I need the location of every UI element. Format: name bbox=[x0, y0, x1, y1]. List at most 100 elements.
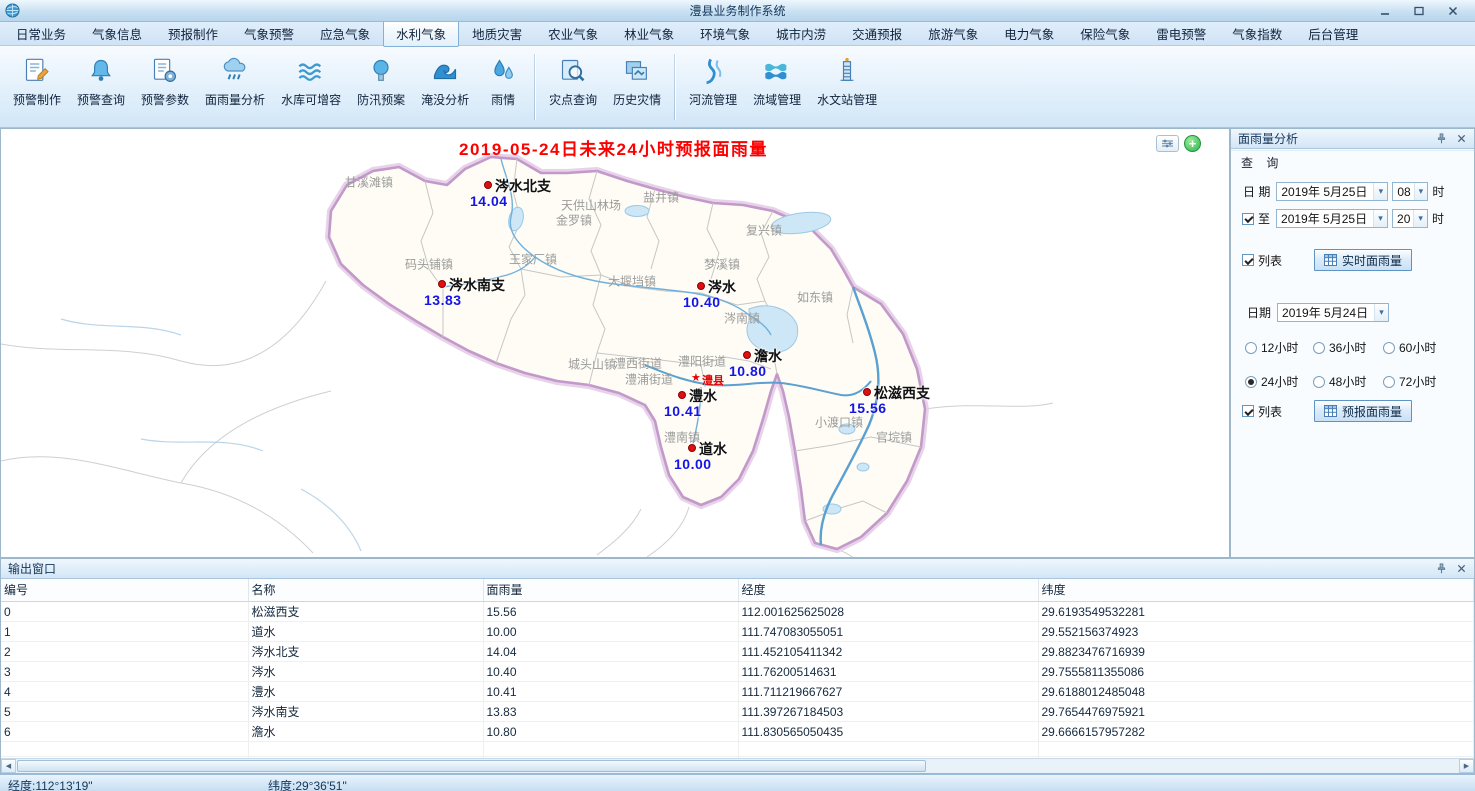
menu-item[interactable]: 城市内涝 bbox=[763, 20, 839, 47]
close-panel-icon[interactable] bbox=[1454, 131, 1469, 146]
toolbar-button[interactable]: 水文站管理 bbox=[809, 49, 885, 125]
column-header[interactable]: 经度 bbox=[738, 579, 1038, 602]
chevron-down-icon[interactable]: ▾ bbox=[1414, 183, 1428, 200]
menu-item[interactable]: 电力气象 bbox=[991, 20, 1067, 47]
toolbar-button[interactable]: 历史灾情 bbox=[605, 49, 669, 125]
toolbar-button[interactable]: 河流管理 bbox=[681, 49, 745, 125]
table-row[interactable]: 0 松滋西支 15.56 112.001625625028 29.6193549… bbox=[1, 602, 1474, 622]
horizontal-scrollbar[interactable]: ◀ ▶ bbox=[1, 758, 1474, 773]
table-icon bbox=[1324, 405, 1337, 417]
close-panel-icon[interactable] bbox=[1454, 561, 1469, 576]
menu-item[interactable]: 气象预警 bbox=[231, 20, 307, 47]
toolbar-button-label: 水文站管理 bbox=[817, 91, 877, 108]
pin-icon[interactable] bbox=[1434, 561, 1449, 576]
to-checkbox[interactable] bbox=[1242, 213, 1254, 225]
menu-item[interactable]: 预报制作 bbox=[155, 20, 231, 47]
cell-id: 5 bbox=[1, 702, 248, 722]
menu-item[interactable]: 旅游气象 bbox=[915, 20, 991, 47]
table-row[interactable]: 1 道水 10.00 111.747083055051 29.552156374… bbox=[1, 622, 1474, 642]
toolbar-button[interactable]: 雨情 bbox=[477, 49, 529, 125]
column-header[interactable]: 编号 bbox=[1, 579, 248, 602]
duration-radio[interactable]: 24小时 bbox=[1245, 373, 1313, 390]
town-label: 码头铺镇 bbox=[405, 256, 453, 273]
date-to-combo[interactable]: 2019年 5月25日 ▾ bbox=[1276, 209, 1388, 228]
list-label-2: 列表 bbox=[1258, 403, 1282, 420]
realtime-rainfall-button[interactable]: 实时面雨量 bbox=[1314, 249, 1412, 271]
toolbar-button[interactable]: 防汛预案 bbox=[349, 49, 413, 125]
town-label: 梦溪镇 bbox=[704, 256, 740, 273]
cell-rainfall: 10.80 bbox=[483, 722, 738, 742]
toolbar-button[interactable]: 预警参数 bbox=[133, 49, 197, 125]
list-checkbox[interactable] bbox=[1242, 254, 1254, 266]
chevron-down-icon[interactable]: ▾ bbox=[1373, 210, 1387, 227]
date-from-combo[interactable]: 2019年 5月25日 ▾ bbox=[1276, 182, 1388, 201]
menu-item[interactable]: 后台管理 bbox=[1295, 20, 1371, 47]
station-rainfall-value: 14.04 bbox=[470, 193, 508, 209]
forecast-date-combo[interactable]: 2019年 5月24日 ▾ bbox=[1277, 303, 1389, 322]
menu-item[interactable]: 日常业务 bbox=[3, 20, 79, 47]
zoom-in-button[interactable]: + bbox=[1184, 135, 1201, 152]
menu-item[interactable]: 保险气象 bbox=[1067, 20, 1143, 47]
menu-item[interactable]: 环境气象 bbox=[687, 20, 763, 47]
duration-radio[interactable]: 36小时 bbox=[1313, 339, 1383, 356]
scroll-track[interactable] bbox=[16, 759, 1459, 773]
cell-rainfall: 15.56 bbox=[483, 602, 738, 622]
column-header[interactable]: 纬度 bbox=[1038, 579, 1474, 602]
list-checkbox-2[interactable] bbox=[1242, 405, 1254, 417]
pin-icon[interactable] bbox=[1434, 131, 1449, 146]
scroll-thumb[interactable] bbox=[17, 760, 926, 772]
column-header[interactable]: 名称 bbox=[248, 579, 483, 602]
realtime-row: 列表 实时面雨量 bbox=[1242, 249, 1412, 271]
cell-id: 4 bbox=[1, 682, 248, 702]
toolbar-button[interactable]: 水库可增容 bbox=[273, 49, 349, 125]
toolbar-button[interactable]: 流域管理 bbox=[745, 49, 809, 125]
menu-item[interactable]: 水利气象 bbox=[383, 20, 459, 47]
hour-from-combo[interactable]: 08 ▾ bbox=[1392, 182, 1428, 201]
hour-to-combo[interactable]: 20 ▾ bbox=[1392, 209, 1428, 228]
toolbar-button[interactable]: 面雨量分析 bbox=[197, 49, 273, 125]
toolbar-button-label: 预警参数 bbox=[141, 91, 189, 108]
map-canvas[interactable] bbox=[1, 129, 1230, 557]
menu-item[interactable]: 气象信息 bbox=[79, 20, 155, 47]
query-group-caption: 查 询 bbox=[1241, 154, 1283, 171]
duration-radio[interactable]: 60小时 bbox=[1383, 339, 1459, 356]
minimize-button[interactable] bbox=[1375, 3, 1395, 19]
toolbar-button[interactable]: 灾点查询 bbox=[541, 49, 605, 125]
table-row[interactable]: 3 涔水 10.40 111.76200514631 29.7555811355… bbox=[1, 662, 1474, 682]
window-title: 澧县业务制作系统 bbox=[0, 2, 1475, 19]
menu-item[interactable]: 林业气象 bbox=[611, 20, 687, 47]
toolbar-button[interactable]: 预警查询 bbox=[69, 49, 133, 125]
chevron-down-icon[interactable]: ▾ bbox=[1373, 183, 1387, 200]
forecast-rainfall-button[interactable]: 预报面雨量 bbox=[1314, 400, 1412, 422]
table-row[interactable]: 6 澹水 10.80 111.830565050435 29.666615795… bbox=[1, 722, 1474, 742]
chevron-down-icon[interactable]: ▾ bbox=[1413, 210, 1427, 227]
empty-row bbox=[1, 742, 1474, 757]
menu-item[interactable]: 气象指数 bbox=[1219, 20, 1295, 47]
menu-item[interactable]: 交通预报 bbox=[839, 20, 915, 47]
toolbar-button[interactable]: 淹没分析 bbox=[413, 49, 477, 125]
column-header[interactable]: 面雨量 bbox=[483, 579, 738, 602]
table-row[interactable]: 4 澧水 10.41 111.711219667627 29.618801248… bbox=[1, 682, 1474, 702]
maximize-button[interactable] bbox=[1409, 3, 1429, 19]
menu-item[interactable]: 雷电预警 bbox=[1143, 20, 1219, 47]
table-row[interactable]: 5 涔水南支 13.83 111.397267184503 29.7654476… bbox=[1, 702, 1474, 722]
table-row[interactable]: 2 涔水北支 14.04 111.452105411342 29.8823476… bbox=[1, 642, 1474, 662]
scroll-right-button[interactable]: ▶ bbox=[1459, 759, 1474, 773]
menu-item[interactable]: 农业气象 bbox=[535, 20, 611, 47]
menu-item[interactable]: 应急气象 bbox=[307, 20, 383, 47]
date-from-row: 日 期 2019年 5月25日 ▾ 08 ▾ 时 bbox=[1243, 182, 1444, 201]
menubar: 日常业务气象信息预报制作气象预警应急气象水利气象地质灾害农业气象林业气象环境气象… bbox=[0, 22, 1475, 46]
menu-item[interactable]: 地质灾害 bbox=[459, 20, 535, 47]
duration-radio[interactable]: 48小时 bbox=[1313, 373, 1383, 390]
map-panel[interactable]: 甘溪滩镇盐井镇天供山林场金罗镇复兴镇码头铺镇王家厂镇梦溪镇大堰垱镇涔南镇如东镇城… bbox=[0, 128, 1230, 558]
station-rainfall-value: 10.00 bbox=[674, 456, 712, 472]
toolbar-button[interactable]: 预警制作 bbox=[5, 49, 69, 125]
chevron-down-icon[interactable]: ▾ bbox=[1374, 304, 1388, 321]
duration-radio[interactable]: 12小时 bbox=[1245, 339, 1313, 356]
county-seat-marker: ★ bbox=[691, 373, 701, 384]
close-button[interactable] bbox=[1443, 3, 1463, 19]
cell-name: 涔水南支 bbox=[248, 702, 483, 722]
map-layers-button[interactable] bbox=[1156, 135, 1179, 152]
duration-radio[interactable]: 72小时 bbox=[1383, 373, 1459, 390]
scroll-left-button[interactable]: ◀ bbox=[1, 759, 16, 773]
